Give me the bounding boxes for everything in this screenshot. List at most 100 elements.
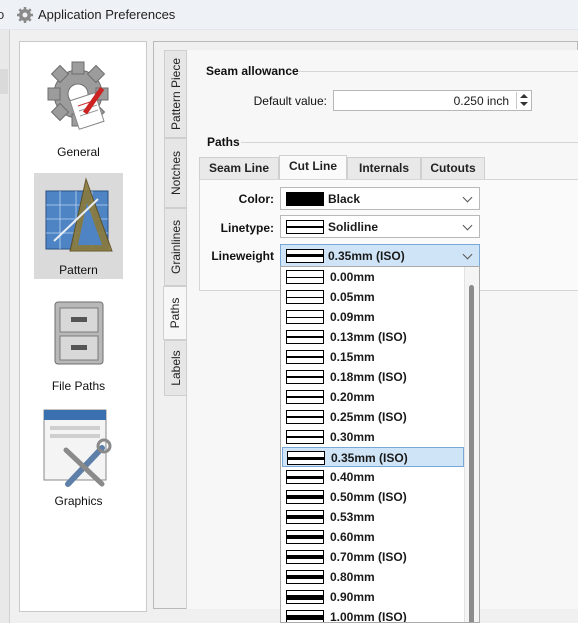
lineweight-swatch [286,590,324,604]
color-value: Black [328,192,361,206]
lineweight-option-label: 0.09mm [330,310,375,324]
lineweight-option[interactable]: 0.70mm (ISO) [282,547,464,567]
lineweight-option-label: 0.35mm (ISO) [331,451,408,465]
tab-grainlines[interactable]: Grainlines [164,208,186,286]
lineweight-option-label: 0.13mm (ISO) [330,330,407,344]
dropdown-scrollbar[interactable] [464,267,479,622]
color-combo[interactable]: Black [280,187,480,210]
lineweight-option[interactable]: 0.05mm [282,287,464,307]
sidebar-item-file-paths[interactable]: File Paths [34,292,123,398]
lineweight-option-label: 0.60mm [330,530,375,544]
lineweight-swatch [286,330,324,344]
lineweight-swatch [287,451,325,465]
lineweight-swatch [286,550,324,564]
background-window-text: o [0,7,5,22]
gear-icon [47,61,108,130]
lineweight-swatch [286,610,324,622]
sidebar-item-pattern[interactable]: Pattern [34,173,123,279]
lineweight-option-label: 0.05mm [330,290,375,304]
lineweight-option[interactable]: 0.00mm [282,267,464,287]
lineweight-option[interactable]: 0.09mm [282,307,464,327]
app-gear-icon [17,7,33,23]
lineweight-option-label: 0.15mm [330,350,375,364]
sidebar-item-general[interactable]: General [34,54,123,160]
preferences-sidebar: General Pattern File Paths Graphics [19,41,147,612]
lineweight-swatch [286,530,324,544]
seam-allowance-title: Seam allowance [206,64,299,78]
lineweight-swatch [286,490,324,504]
background-window-edge [0,30,10,623]
graphics-tools-icon [43,409,111,487]
tab-pattern-piece[interactable]: Pattern Piece [164,50,186,138]
lineweight-option-label: 0.30mm [330,430,375,444]
lineweight-option[interactable]: 0.50mm (ISO) [282,487,464,507]
color-swatch [286,192,324,206]
lineweight-swatch [286,350,324,364]
linetype-label: Linetype: [220,221,274,235]
sidebar-label-general: General [57,145,100,159]
sidebar-label-pattern: Pattern [59,263,98,277]
lineweight-swatch [286,370,324,384]
lineweight-option[interactable]: 0.40mm [282,467,464,487]
tab-notches[interactable]: Notches [164,138,186,208]
sidebar-label-graphics: Graphics [54,494,103,508]
seam-allowance-value: 0.250 inch [453,94,509,108]
lineweight-option[interactable]: 0.60mm [282,527,464,547]
tab-paths[interactable]: Paths [163,286,186,340]
default-value-label: Default value: [253,94,327,108]
lineweight-swatch [286,410,324,424]
window-title: Application Preferences [38,7,176,22]
lineweight-swatch [286,270,324,284]
separator [241,142,578,143]
file-cabinet-icon [54,301,103,365]
spinbox-arrows-icon[interactable] [516,92,530,109]
lineweight-label: Lineweight [211,249,274,263]
lineweight-option[interactable]: 0.53mm [282,507,464,527]
lineweight-option[interactable]: 0.18mm (ISO) [282,367,464,387]
lineweight-option[interactable]: 0.30mm [282,427,464,447]
lineweight-combo[interactable]: 0.35mm (ISO) [280,244,480,267]
lineweight-option[interactable]: 0.20mm [282,387,464,407]
lineweight-dropdown-list[interactable]: 0.00mm 0.05mm 0.09mm 0.13mm (ISO) 0.15mm 0.18… [280,266,480,623]
tab-internals[interactable]: Internals [347,157,421,179]
seam-allowance-spinbox[interactable]: 0.250 inch [333,90,532,111]
lineweight-swatch [286,390,324,404]
linetype-value: Solidline [328,220,379,234]
lineweight-option-label: 0.20mm [330,390,375,404]
lineweight-option-label: 1.00mm (ISO) [330,610,407,623]
lineweight-option-label: 0.00mm [330,270,375,284]
color-label: Color: [238,192,274,206]
lineweight-option[interactable]: 0.35mm (ISO) [282,447,464,467]
lineweight-option[interactable]: 0.15mm [282,347,464,367]
lineweight-option-label: 0.70mm (ISO) [330,550,407,564]
chevron-down-icon [462,249,473,260]
lineweight-swatch [286,470,324,484]
separator [299,71,578,72]
lineweight-option[interactable]: 0.13mm (ISO) [282,327,464,347]
scrollbar-thumb[interactable] [469,285,474,622]
lineweight-value: 0.35mm (ISO) [328,249,405,263]
chevron-down-icon [462,220,473,231]
lineweight-option[interactable]: 0.25mm (ISO) [282,407,464,427]
lineweight-preview [286,249,324,263]
lineweight-option-label: 0.80mm [330,570,375,584]
tab-seam-line[interactable]: Seam Line [199,157,279,179]
lineweight-option-label: 0.40mm [330,470,375,484]
lineweight-option[interactable]: 0.80mm [282,567,464,587]
lineweight-swatch [286,290,324,304]
linetype-combo[interactable]: Solidline [280,215,480,238]
lineweight-option-label: 0.25mm (ISO) [330,410,407,424]
lineweight-option-label: 0.50mm (ISO) [330,490,407,504]
lineweight-option[interactable]: 0.90mm [282,587,464,607]
lineweight-option[interactable]: 1.00mm (ISO) [282,607,464,623]
lineweight-option-label: 0.53mm [330,510,375,524]
lineweight-swatch [286,510,324,524]
sidebar-label-file-paths: File Paths [51,379,106,393]
sidebar-item-graphics[interactable]: Graphics [34,406,123,512]
title-bar: o Application Preferences [0,0,578,30]
tab-labels[interactable]: Labels [164,340,186,396]
pattern-drafting-icon [45,177,113,252]
tab-cutouts[interactable]: Cutouts [421,157,485,179]
lineweight-swatch [286,570,324,584]
tab-cut-line[interactable]: Cut Line [279,155,347,179]
